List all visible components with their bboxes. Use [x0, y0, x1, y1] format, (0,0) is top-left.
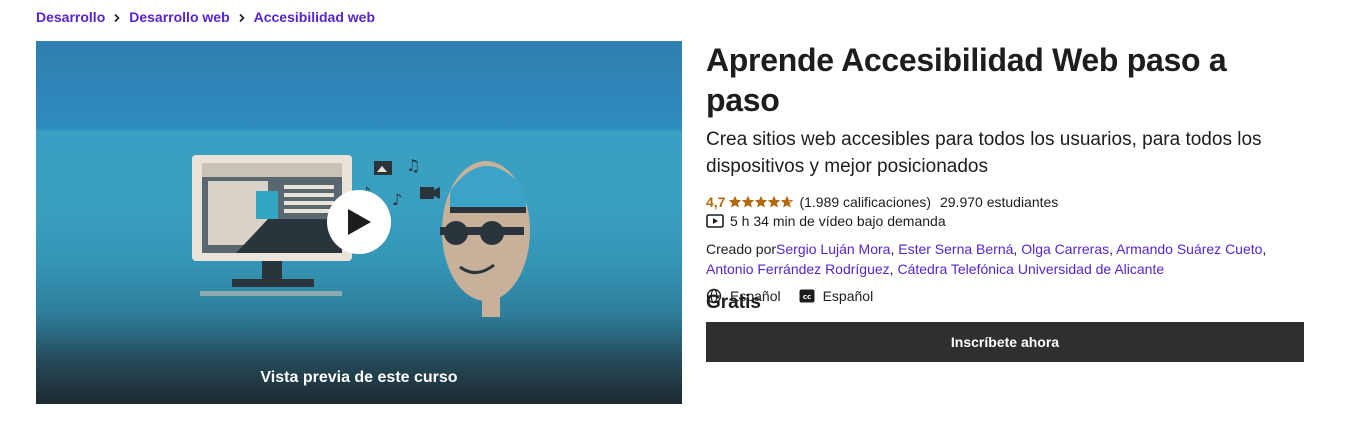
chevron-right-icon — [230, 9, 254, 25]
breadcrumb: Desarrollo Desarrollo web Accesibilidad … — [36, 8, 375, 26]
star-icon — [755, 196, 768, 208]
play-icon — [348, 209, 371, 235]
rating-stars — [729, 196, 794, 208]
breadcrumb-link-desarrollo[interactable]: Desarrollo — [36, 9, 105, 25]
play-button[interactable] — [327, 190, 391, 254]
course-preview-video[interactable]: ♫ ♪ ♪ Vista previa de este curso — [36, 41, 682, 404]
star-icon — [729, 196, 742, 208]
svg-text:cc: cc — [802, 293, 810, 301]
svg-text:♫: ♫ — [406, 156, 420, 175]
created-by-label: Creado por — [706, 241, 777, 257]
author-link[interactable]: Sergio Luján Mora — [776, 241, 890, 257]
rating-row: 4,7 (1.989 calificaciones) 29.970 estudi… — [706, 192, 1306, 212]
author-link[interactable]: Olga Carreras — [1021, 241, 1109, 257]
duration-row: 5 h 34 min de vídeo bajo demanda — [706, 211, 1306, 231]
rating-value: 4,7 — [706, 194, 726, 210]
course-info: Aprende Accesibilidad Web paso a paso Cr… — [706, 40, 1306, 306]
author-link[interactable]: Ester Serna Berná — [898, 241, 1013, 257]
course-price: Gratis — [706, 292, 761, 313]
author-link[interactable]: Cátedra Telefónica Universidad de Alican… — [897, 261, 1164, 277]
breadcrumb-link-accesibilidad-web[interactable]: Accesibilidad web — [254, 9, 375, 25]
star-icon — [768, 196, 781, 208]
svg-text:♪: ♪ — [392, 190, 402, 209]
star-icon — [742, 196, 755, 208]
rating-count[interactable]: (1.989 calificaciones) — [799, 194, 931, 210]
course-title: Aprende Accesibilidad Web paso a paso — [706, 42, 1227, 118]
author-link[interactable]: Armando Suárez Cueto — [1116, 241, 1262, 257]
course-subtitle: Crea sitios web accesibles para todos lo… — [706, 129, 1262, 177]
language-row: Español cc Español — [706, 286, 1306, 306]
course-duration: 5 h 34 min de vídeo bajo demanda — [730, 213, 946, 229]
enroll-button[interactable]: Inscríbete ahora — [706, 322, 1304, 362]
breadcrumb-link-desarrollo-web[interactable]: Desarrollo web — [129, 9, 229, 25]
caption-language: Español — [822, 288, 874, 304]
author-link[interactable]: Antonio Ferrández Rodríguez — [706, 261, 890, 277]
created-by: Creado porSergio Luján Mora, Ester Serna… — [706, 241, 1267, 277]
closed-captions-icon: cc — [799, 289, 815, 303]
preview-label: Vista previa de este curso — [260, 369, 458, 386]
students-count: 29.970 estudiantes — [939, 194, 1059, 210]
star-icon — [781, 196, 794, 208]
video-icon — [706, 214, 724, 228]
chevron-right-icon — [105, 9, 129, 25]
